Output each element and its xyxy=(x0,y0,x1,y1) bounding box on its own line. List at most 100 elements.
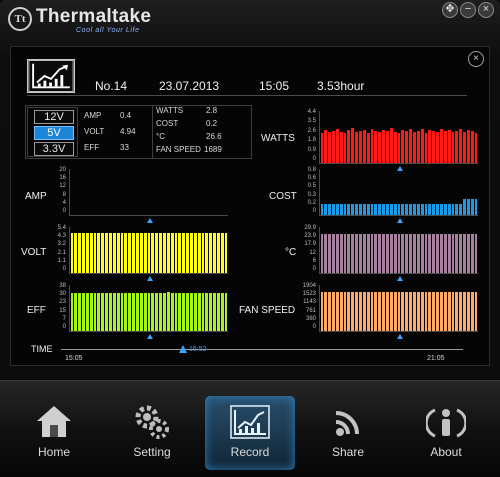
chart-volt-bar xyxy=(116,232,120,273)
chart-volt-bar xyxy=(151,232,155,273)
chart-temp-bar xyxy=(355,233,359,273)
chart-volt-bar xyxy=(136,232,139,273)
reading-temp-label: °C xyxy=(156,132,165,141)
chart-fan-bar xyxy=(432,291,436,331)
chart-cost-bar xyxy=(416,204,420,215)
record-header: No.14 23.07.2013 15:05 3.53hour xyxy=(27,59,467,96)
reading-amp-label: AMP xyxy=(84,111,102,120)
nav-record[interactable]: Record xyxy=(205,396,295,470)
chart-watts-bar xyxy=(328,132,332,163)
chart-watts-bar xyxy=(389,127,393,163)
chart-fan-bar xyxy=(370,291,374,331)
chart-temp-bar xyxy=(320,233,324,273)
reading-cost-value: 0.2 xyxy=(206,119,218,128)
chart-volt-bar xyxy=(112,232,116,273)
reading-temp-value: 26.6 xyxy=(206,132,222,141)
chart-temp-bar xyxy=(382,233,385,273)
chart-watts-tick: 4.4 xyxy=(307,109,316,115)
timeline-cursor-handle[interactable] xyxy=(179,345,187,353)
record-date: 23.07.2013 xyxy=(159,79,220,93)
rail-selector: 12V 5V 3.3V xyxy=(27,107,78,157)
chart-eff-bar xyxy=(93,292,97,331)
nav-share[interactable]: Share xyxy=(303,396,393,470)
chart-volt-bar xyxy=(120,232,124,273)
chart-watts-bar xyxy=(339,132,343,163)
chart-cost-tick: 0.2 xyxy=(307,199,316,206)
chart-cost-bar xyxy=(332,204,335,215)
chart-eff-bar xyxy=(105,292,109,331)
timeline-label: TIME xyxy=(31,344,53,354)
panel-close-button[interactable]: × xyxy=(468,51,484,67)
chart-eff-bar xyxy=(162,292,166,331)
chart-eff-bar xyxy=(147,292,151,331)
chart-eff-bar xyxy=(220,292,224,331)
chart-cost-bar xyxy=(424,204,428,215)
chart-temp-bar xyxy=(409,233,412,273)
chart-amp-tick: 0 xyxy=(62,208,66,214)
chart-watts-bar xyxy=(355,132,359,163)
chart-eff-tick: 30 xyxy=(59,291,66,298)
rail-3v3-button[interactable]: 3.3V xyxy=(34,142,74,156)
chart-fan-bar xyxy=(397,291,401,331)
window-move-button[interactable]: ✥ xyxy=(442,2,458,18)
chart-volt-bar xyxy=(193,232,197,273)
chart-temp-bar xyxy=(366,233,370,273)
chart-temp-tick: 29.9 xyxy=(304,225,316,231)
chart-eff-tick: 0 xyxy=(62,324,66,330)
rail-12v-button[interactable]: 12V xyxy=(34,110,74,124)
chart-volt-bar xyxy=(197,232,201,273)
chart-watts-bar xyxy=(416,131,420,163)
chart-eff-bar xyxy=(205,292,209,331)
rail-5v-button[interactable]: 5V xyxy=(34,126,74,140)
chart-temp-bar xyxy=(393,233,397,273)
chart-temp-bar xyxy=(474,233,478,273)
timeline-track xyxy=(61,349,463,350)
chart-fan-bar xyxy=(428,291,432,331)
chart-fan-bar xyxy=(439,291,443,331)
window-close-button[interactable]: × xyxy=(478,2,494,18)
chart-cost-bar xyxy=(420,204,424,215)
chart-cost-bar xyxy=(466,198,470,215)
chart-fan-bar xyxy=(386,291,389,331)
chart-watts-bar xyxy=(424,133,428,163)
chart-cost-bar xyxy=(378,204,382,215)
chart-amp-tick: 8 xyxy=(62,191,66,198)
chart-amp-tick: 4 xyxy=(62,199,66,206)
chart-fan-bar xyxy=(443,291,447,331)
record-time: 15:05 xyxy=(259,79,290,93)
chart-fan-bar xyxy=(389,291,393,331)
chart-volt-area xyxy=(69,227,228,274)
chart-volt-bar xyxy=(82,232,85,273)
timeline-cursor-time: 16:52 xyxy=(189,346,207,353)
nav-about[interactable]: About xyxy=(401,396,491,470)
chart-temp-bar xyxy=(416,233,420,273)
window-minimize-button[interactable]: − xyxy=(460,2,476,18)
chart-volt-bar xyxy=(205,232,209,273)
bottom-nav: Home Setting Record Share About xyxy=(0,380,500,477)
chart-temp-bar xyxy=(459,233,463,273)
chart-amp-cursor-marker xyxy=(146,218,153,223)
chart-amp-tick: 20 xyxy=(59,167,66,173)
chart-cost-bar xyxy=(463,198,466,215)
chart-watts-bar xyxy=(332,131,335,163)
chart-volt-tick: 0 xyxy=(62,266,66,272)
chart-fan-tick: 1904 xyxy=(302,283,316,289)
chart-eff-tick: 23 xyxy=(59,299,66,306)
nav-home[interactable]: Home xyxy=(9,396,99,470)
chart-amp-tick: 16 xyxy=(59,175,66,182)
nav-setting[interactable]: Setting xyxy=(107,396,197,470)
chart-watts-tick: 1.8 xyxy=(307,137,316,144)
chart-temp-bar xyxy=(328,233,332,273)
chart-watts-bar xyxy=(401,130,405,163)
chart-cost-bar xyxy=(432,204,436,215)
chart-volt-cursor-marker xyxy=(146,276,153,281)
chart-temp-cursor-marker xyxy=(396,276,403,281)
chart-temp-tick: 6 xyxy=(312,257,316,264)
chart-eff-tick: 38 xyxy=(59,283,66,289)
chart-fan-bar xyxy=(355,291,359,331)
chart-fan-bar xyxy=(420,291,424,331)
chart-fan-bar xyxy=(405,291,409,331)
chart-fan-tick: 1523 xyxy=(302,291,316,298)
chart-fan-bar xyxy=(409,291,412,331)
chart-temp-bar xyxy=(362,233,366,273)
